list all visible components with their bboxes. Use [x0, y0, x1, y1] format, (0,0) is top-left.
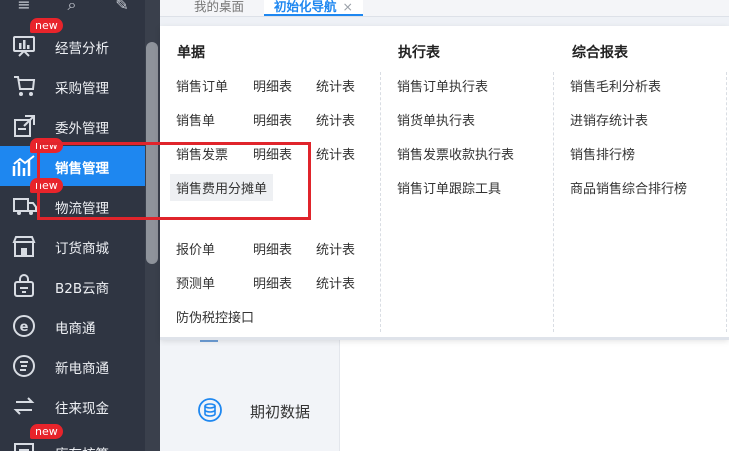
content-left-panel	[160, 340, 340, 451]
cart-icon	[12, 74, 38, 98]
menu-item-order-tracking-tool[interactable]: 销售订单跟踪工具	[397, 178, 501, 197]
sidebar-item-sales[interactable]: new 销售管理	[0, 138, 145, 186]
sidebar-item-label: 委外管理	[55, 121, 109, 137]
menu-bottom-border	[160, 337, 729, 340]
menu-item-tax-control-interface[interactable]: 防伪税控接口	[176, 307, 254, 326]
menu-item-sales-slip-detail[interactable]: 明细表	[253, 110, 292, 129]
menu-item-quotation-detail[interactable]: 明细表	[253, 239, 292, 258]
menu-item-sales-invoice[interactable]: 销售发票	[176, 144, 228, 163]
sidebar-item-label: 经营分析	[55, 41, 109, 57]
menu-item-sales-ranking[interactable]: 销售排行榜	[570, 144, 635, 163]
sidebar-item-label: 新电商通	[55, 361, 109, 377]
sidebar-item-logistics[interactable]: new 物流管理	[0, 178, 145, 226]
sales-chart-icon	[12, 154, 38, 178]
sidebar-item-order-mall[interactable]: 订货商城	[0, 226, 145, 266]
sidebar-scrollbar-thumb[interactable]	[146, 42, 158, 264]
new-badge: new	[30, 18, 63, 33]
sidebar-item-purchase[interactable]: 采购管理	[0, 66, 145, 106]
menu-item-quotation-stats[interactable]: 统计表	[316, 239, 355, 258]
sidebar-item-label: 采购管理	[55, 81, 109, 97]
tab-bar: 我的桌面 初始化导航 ×	[160, 0, 729, 17]
new-e-circle-icon	[12, 354, 38, 378]
sidebar-item-label: 物流管理	[55, 201, 109, 217]
menu-item-gross-profit-analysis[interactable]: 销售毛利分析表	[570, 76, 661, 95]
sidebar-item-label: 销售管理	[55, 161, 109, 177]
e-circle-icon: e	[12, 314, 38, 338]
menu-col-reports-title: 综合报表	[572, 45, 628, 61]
new-doc-icon[interactable]: ✎	[112, 0, 132, 14]
sidebar-item-new-ecommerce[interactable]: 新电商通	[0, 346, 145, 386]
menu-item-sales-invoice-detail[interactable]: 明细表	[253, 144, 292, 163]
search-doc-icon[interactable]: ⌕	[62, 0, 82, 14]
menu-item-quotation[interactable]: 报价单	[176, 239, 215, 258]
outsource-icon	[12, 114, 38, 138]
sidebar-item-label: 订货商城	[55, 241, 109, 257]
sidebar-item-business-analysis[interactable]: new 经营分析	[0, 18, 145, 66]
menu-item-sales-expense-allocation[interactable]: 销售费用分摊单	[170, 174, 274, 201]
sidebar-item-label: 库存核算	[55, 443, 109, 451]
menu-item-sales-invoice-stats[interactable]: 统计表	[316, 144, 355, 163]
sidebar-item-cash[interactable]: 往来现金	[0, 386, 145, 426]
tab-label: 初始化导航	[274, 0, 337, 14]
menu-item-inventory-stats[interactable]: 进销存统计表	[570, 110, 648, 129]
menu-item-sales-slip[interactable]: 销售单	[176, 110, 215, 129]
menu-item-order-execution[interactable]: 销售订单执行表	[397, 76, 488, 95]
menu-divider	[380, 72, 381, 332]
bag-icon	[12, 274, 38, 298]
inventory-icon	[12, 440, 38, 451]
exchange-icon	[12, 394, 38, 418]
store-icon	[12, 234, 38, 258]
sidebar-item-b2b[interactable]: B2B云商	[0, 266, 145, 306]
sidebar-item-outsource[interactable]: 委外管理	[0, 106, 145, 146]
svg-text:e: e	[20, 320, 29, 335]
menu-item-sales-slip-stats[interactable]: 统计表	[316, 110, 355, 129]
database-icon[interactable]	[198, 398, 222, 422]
chart-board-icon	[12, 34, 38, 58]
tab-init-nav[interactable]: 初始化导航 ×	[264, 0, 363, 16]
new-badge: new	[30, 138, 63, 153]
menu-item-sales-order-stats[interactable]: 统计表	[316, 76, 355, 95]
tab-my-desktop[interactable]: 我的桌面	[194, 0, 244, 16]
sidebar-item-label: B2B云商	[55, 281, 110, 297]
close-icon[interactable]: ×	[343, 0, 353, 14]
sidebar-item-inventory[interactable]: new 库存核算	[0, 424, 145, 451]
sidebar-item-label: 电商通	[55, 321, 96, 337]
menu-divider	[726, 72, 727, 332]
menu-col-documents-title: 单据	[177, 45, 205, 61]
sidebar-toolbar: ≡ ⌕ ✎	[0, 0, 160, 18]
menu-item-sales-order-detail[interactable]: 明细表	[253, 76, 292, 95]
menu-item-forecast[interactable]: 预测单	[176, 273, 215, 292]
sidebar-item-label: 往来现金	[55, 401, 109, 417]
menu-item-sales-order[interactable]: 销售订单	[176, 76, 228, 95]
menu-item-forecast-detail[interactable]: 明细表	[253, 273, 292, 292]
menu-item-forecast-stats[interactable]: 统计表	[316, 273, 355, 292]
new-badge: new	[30, 178, 63, 193]
menu-item-slip-execution[interactable]: 销货单执行表	[397, 110, 475, 129]
menu-col-execution-title: 执行表	[398, 45, 440, 61]
menu-toggle-icon[interactable]: ≡	[14, 0, 34, 14]
sidebar-item-ecommerce[interactable]: e 电商通	[0, 306, 145, 346]
new-badge: new	[30, 424, 63, 439]
app-root: ≡ ⌕ ✎ new 经营分析 采购管理 委外管理 new 销售管理 new 物流	[0, 0, 729, 451]
init-data-link[interactable]: 期初数据	[250, 401, 310, 422]
menu-divider	[553, 72, 554, 332]
menu-item-product-sales-ranking[interactable]: 商品销售综合排行榜	[570, 178, 687, 197]
menu-item-invoice-collection-execution[interactable]: 销售发票收款执行表	[397, 144, 514, 163]
truck-icon	[12, 194, 38, 218]
